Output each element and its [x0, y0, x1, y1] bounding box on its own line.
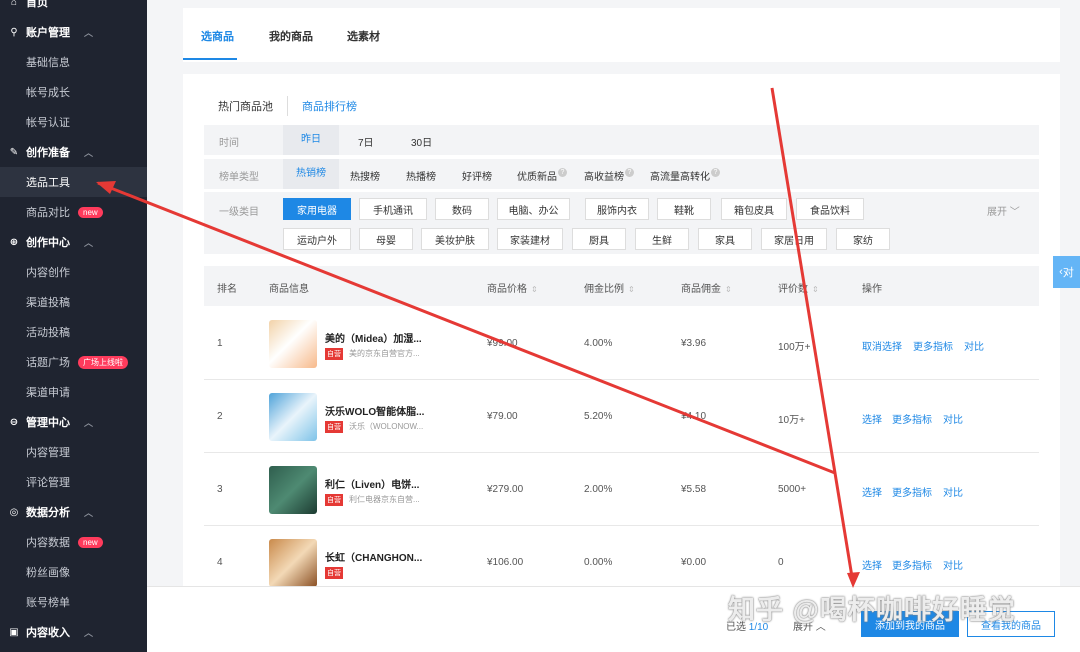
arrow-head-icon	[847, 572, 860, 588]
arrow-to-sidebar	[97, 181, 836, 475]
arrow-head-icon	[96, 181, 116, 194]
arrow-to-add-button	[770, 87, 855, 584]
annotation-arrows	[96, 87, 860, 588]
